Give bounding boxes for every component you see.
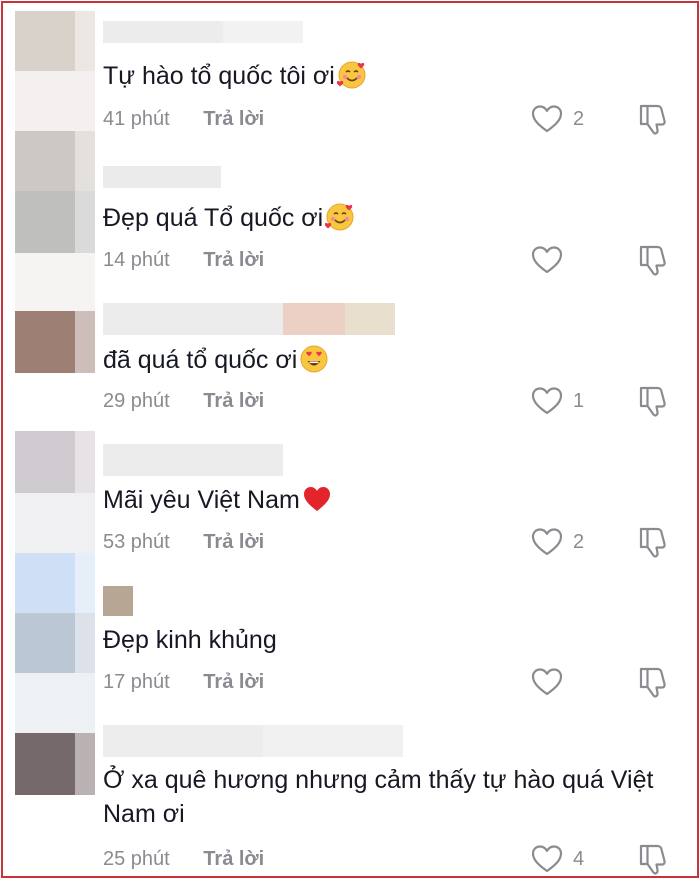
comment-meta: 17 phút Trả lời: [103, 671, 264, 694]
dislike-button[interactable]: [637, 842, 669, 876]
reply-button[interactable]: Trả lời: [203, 671, 264, 694]
avatar-blur: [75, 733, 95, 795]
avatar-blur: [75, 613, 95, 673]
avatar-blur: [75, 553, 95, 613]
avatar[interactable]: [15, 131, 75, 191]
like-count: 1: [573, 389, 585, 412]
reply-button[interactable]: Trả lời: [203, 848, 264, 871]
reply-button[interactable]: Trả lời: [203, 108, 264, 131]
heart-outline-icon: [531, 105, 563, 133]
comment-meta: 14 phút Trả lời: [103, 249, 264, 272]
avatar[interactable]: [15, 553, 75, 613]
smiling-face-with-hearts-icon: [336, 61, 366, 89]
dislike-button[interactable]: [637, 102, 669, 136]
thumbs-down-icon: [639, 667, 666, 698]
comment-text: đã quá tổ quốc ơi: [103, 343, 329, 377]
avatar[interactable]: [15, 11, 75, 71]
like-count: 2: [573, 530, 585, 553]
like-count: 2: [573, 107, 585, 130]
like-button[interactable]: [531, 667, 585, 697]
heart-eyes-icon: [300, 345, 328, 373]
reply-button[interactable]: Trả lời: [203, 531, 264, 554]
avatar-blur: [15, 493, 95, 553]
comment-time: 25 phút: [103, 848, 170, 870]
avatar[interactable]: [15, 431, 75, 493]
comment-time: 41 phút: [103, 108, 170, 130]
avatar-blur: [75, 11, 95, 71]
username-blurred[interactable]: [103, 166, 221, 188]
avatar-blur: [75, 131, 95, 191]
avatar-blur: [15, 613, 75, 673]
heart-outline-icon: [531, 246, 563, 274]
avatar-blur: [75, 311, 95, 373]
avatar-blur: [15, 673, 95, 733]
username-blurred[interactable]: [103, 303, 395, 335]
dislike-button[interactable]: [637, 525, 669, 559]
username-blurred[interactable]: [103, 444, 283, 476]
like-button[interactable]: [531, 245, 585, 275]
avatar-blur: [75, 191, 95, 253]
dislike-button[interactable]: [637, 384, 669, 418]
username-blurred[interactable]: [103, 725, 403, 757]
comment-time: 14 phút: [103, 249, 170, 271]
like-button[interactable]: 1: [531, 386, 585, 416]
avatar-blur: [75, 431, 95, 493]
thumbs-down-icon: [639, 104, 666, 135]
comment-meta: 53 phút Trả lời: [103, 531, 264, 554]
red-heart-icon: [303, 487, 330, 511]
dislike-button[interactable]: [637, 665, 669, 699]
heart-outline-icon: [531, 668, 563, 696]
heart-outline-icon: [531, 387, 563, 415]
comment-meta: 25 phút Trả lời: [103, 848, 264, 871]
reply-button[interactable]: Trả lời: [203, 249, 264, 272]
like-button[interactable]: 2: [531, 527, 585, 557]
comment-text: Đẹp quá Tổ quốc ơi: [103, 201, 355, 235]
avatar-blur: [15, 253, 95, 311]
thumbs-down-icon: [639, 844, 666, 875]
comment-time: 29 phút: [103, 390, 170, 412]
comment-text: Tự hào tổ quốc tôi ơi: [103, 59, 367, 93]
like-count: 4: [573, 847, 585, 870]
comment-text: Đẹp kinh khủng: [103, 626, 277, 654]
comment-meta: 29 phút Trả lời: [103, 390, 264, 413]
heart-outline-icon: [531, 845, 563, 873]
username-blurred[interactable]: [103, 21, 303, 43]
comment-text: Mãi yêu Việt Nam: [103, 483, 332, 517]
dislike-button[interactable]: [637, 243, 669, 277]
avatar-blur: [15, 71, 95, 131]
comment-text: Ở xa quê hương nhưng cảm thấy tự hào quá…: [103, 766, 654, 828]
comment-meta: 41 phút Trả lời: [103, 108, 264, 131]
thumbs-down-icon: [639, 527, 666, 558]
username-blurred[interactable]: [103, 586, 133, 616]
like-button[interactable]: 2: [531, 104, 585, 134]
thumbs-down-icon: [639, 386, 666, 417]
reply-button[interactable]: Trả lời: [203, 390, 264, 413]
like-button[interactable]: 4: [531, 844, 585, 874]
avatar-blur: [15, 191, 75, 253]
avatar[interactable]: [15, 733, 75, 795]
thumbs-down-icon: [639, 245, 666, 276]
comment-time: 53 phút: [103, 531, 170, 553]
comments-panel: Tự hào tổ quốc tôi ơi 41 phút Trả lời 2 …: [1, 1, 699, 878]
avatar[interactable]: [15, 311, 75, 373]
smiling-face-with-hearts-icon: [325, 203, 354, 231]
heart-outline-icon: [531, 528, 563, 556]
comment-time: 17 phút: [103, 671, 170, 693]
